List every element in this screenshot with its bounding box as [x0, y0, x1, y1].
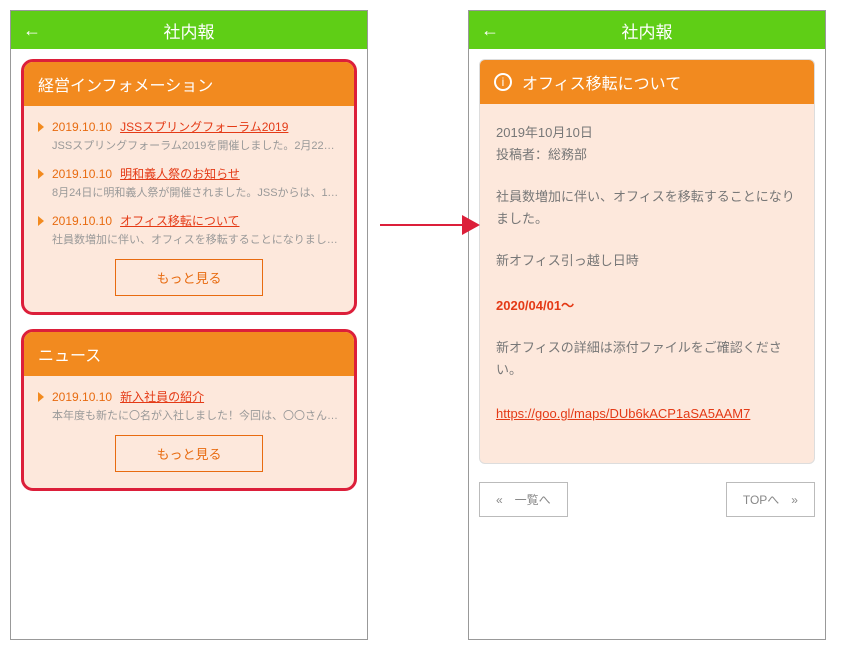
- list-item: 2019.10.10 オフィス移転について 社員数増加に伴い、オフィスを移転する…: [38, 212, 340, 247]
- detail-title: オフィス移転について: [522, 70, 681, 94]
- back-icon[interactable]: ←: [23, 20, 41, 41]
- header-title: 社内報: [622, 18, 673, 43]
- item-desc: 8月24日に明和義人祭が開催されました。JSSからは、11…: [52, 184, 340, 200]
- detail-header: i オフィス移転について: [480, 60, 814, 104]
- list-item: 2019.10.10 新入社員の紹介 本年度も新たに〇名が入社しました！今回は、…: [38, 388, 340, 423]
- phone-right: ← 社内報 i オフィス移転について 2019年10月10日 投稿者：総務部 社…: [468, 10, 826, 640]
- list-back-button[interactable]: « 一覧へ: [479, 482, 568, 517]
- map-link[interactable]: https://goo.gl/maps/DUb6kACP1aSA5AAM7: [496, 406, 750, 421]
- item-desc: 社員数増加に伴い、オフィスを移転することになりました…: [52, 231, 340, 247]
- detail-nav: « 一覧へ TOPへ »: [479, 482, 815, 517]
- item-desc: 本年度も新たに〇名が入社しました！今回は、〇〇さんか…: [52, 407, 340, 423]
- list-item: 2019.10.10 明和義人祭のお知らせ 8月24日に明和義人祭が開催されまし…: [38, 165, 340, 200]
- item-title-link[interactable]: オフィス移転について: [120, 212, 239, 229]
- detail-paragraph: 新オフィスの詳細は添付ファイルをご確認ください。: [496, 340, 782, 377]
- item-date: 2019.10.10: [52, 390, 112, 404]
- item-date: 2019.10.10: [52, 214, 112, 228]
- section-header: 経営インフォメーション: [24, 62, 354, 106]
- item-title-link[interactable]: 新入社員の紹介: [120, 388, 204, 405]
- bullet-icon: [38, 216, 44, 226]
- bullet-icon: [38, 169, 44, 179]
- detail-subhead: 新オフィス引っ越し日時: [496, 253, 639, 268]
- detail-body: 2019年10月10日 投稿者：総務部 社員数増加に伴い、オフィスを移転すること…: [480, 104, 814, 463]
- detail-author: 投稿者：総務部: [496, 147, 587, 162]
- detail-date: 2019年10月10日: [496, 125, 593, 140]
- item-title-link[interactable]: JSSスプリングフォーラム2019: [120, 118, 288, 135]
- section-news: ニュース 2019.10.10 新入社員の紹介 本年度も新たに〇名が入社しました…: [21, 329, 357, 491]
- content-body: 経営インフォメーション 2019.10.10 JSSスプリングフォーラム2019…: [11, 49, 367, 639]
- header-title: 社内報: [164, 18, 215, 43]
- bullet-icon: [38, 122, 44, 132]
- back-icon[interactable]: ←: [481, 20, 499, 41]
- content-body: i オフィス移転について 2019年10月10日 投稿者：総務部 社員数増加に伴…: [469, 49, 825, 639]
- detail-highlight-date: 2020/04/01～: [496, 298, 574, 313]
- item-desc: JSSスプリングフォーラム2019を開催しました。2月22日(…: [52, 137, 340, 153]
- section-management-info: 経営インフォメーション 2019.10.10 JSSスプリングフォーラム2019…: [21, 59, 357, 315]
- info-icon: i: [494, 73, 512, 91]
- detail-paragraph: 社員数増加に伴い、オフィスを移転することになりました。: [496, 186, 798, 230]
- phone-left: ← 社内報 経営インフォメーション 2019.10.10 JSSスプリングフォー…: [10, 10, 368, 640]
- more-button[interactable]: もっと見る: [115, 259, 262, 296]
- app-header: ← 社内報: [469, 11, 825, 49]
- item-date: 2019.10.10: [52, 120, 112, 134]
- top-button[interactable]: TOPへ »: [726, 482, 815, 517]
- item-date: 2019.10.10: [52, 167, 112, 181]
- more-button[interactable]: もっと見る: [115, 435, 262, 472]
- app-header: ← 社内報: [11, 11, 367, 49]
- bullet-icon: [38, 392, 44, 402]
- section-header: ニュース: [24, 332, 354, 376]
- detail-card: i オフィス移転について 2019年10月10日 投稿者：総務部 社員数増加に伴…: [479, 59, 815, 464]
- list-item: 2019.10.10 JSSスプリングフォーラム2019 JSSスプリングフォー…: [38, 118, 340, 153]
- item-title-link[interactable]: 明和義人祭のお知らせ: [120, 165, 240, 182]
